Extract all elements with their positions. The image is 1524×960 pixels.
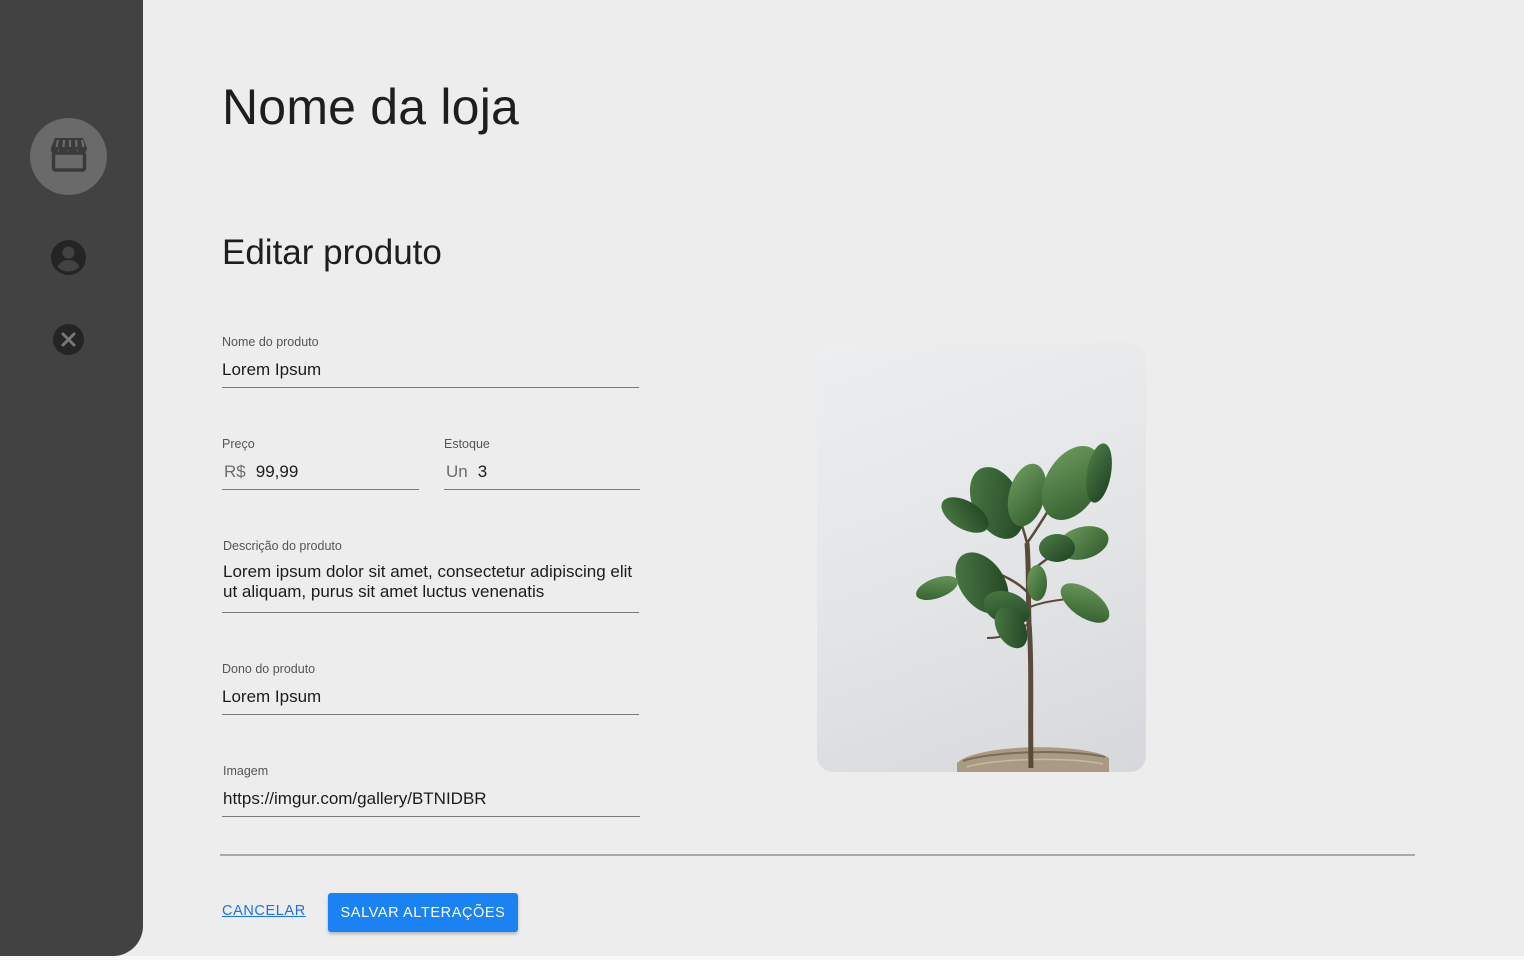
store-title: Nome da loja — [222, 79, 520, 135]
product-image-preview — [817, 343, 1146, 772]
footer-divider — [220, 854, 1415, 856]
sidebar-item-exit[interactable] — [52, 323, 85, 361]
description-field[interactable]: Descrição do produto Lorem ipsum dolor s… — [222, 538, 639, 613]
sidebar — [0, 0, 143, 956]
currency-prefix: R$ — [224, 462, 246, 481]
stock-label: Estoque — [444, 437, 490, 451]
image-url-label: Imagem — [223, 764, 269, 778]
stock-input[interactable]: Un 3 — [446, 462, 487, 482]
description-textarea[interactable]: Lorem ipsum dolor sit amet, consectetur … — [223, 562, 639, 602]
save-changes-button[interactable]: SALVAR ALTERAÇÕES — [328, 893, 518, 932]
plant-illustration — [916, 443, 1112, 772]
sidebar-item-profile[interactable] — [50, 239, 87, 281]
image-url-field[interactable]: Imagem https://imgur.com/gallery/BTNIDBR — [222, 763, 640, 817]
stock-field[interactable]: Estoque Un 3 — [444, 436, 640, 490]
price-field[interactable]: Preço R$ 99,99 — [222, 436, 419, 490]
sidebar-item-store[interactable] — [30, 118, 107, 195]
owner-label: Dono do produto — [222, 662, 316, 676]
page-title: Editar produto — [222, 233, 442, 272]
cancel-button[interactable]: CANCELAR — [222, 903, 306, 919]
product-name-input[interactable]: Lorem Ipsum — [222, 360, 321, 380]
bottom-edge — [0, 956, 1524, 960]
close-circle-icon — [52, 323, 85, 361]
price-value: 99,99 — [255, 462, 299, 481]
description-label: Descrição do produto — [223, 539, 342, 553]
owner-field[interactable]: Dono do produto Lorem Ipsum — [222, 661, 639, 715]
image-url-input[interactable]: https://imgur.com/gallery/BTNIDBR — [223, 789, 487, 809]
price-input[interactable]: R$ 99,99 — [224, 462, 298, 482]
owner-input[interactable]: Lorem Ipsum — [222, 687, 321, 707]
price-label: Preço — [222, 437, 255, 451]
account-circle-icon — [50, 239, 87, 281]
store-icon — [49, 136, 89, 177]
product-name-label: Nome do produto — [222, 335, 319, 349]
product-name-field[interactable]: Nome do produto Lorem Ipsum — [222, 334, 639, 388]
unit-prefix: Un — [446, 462, 468, 481]
stock-value: 3 — [477, 462, 488, 481]
